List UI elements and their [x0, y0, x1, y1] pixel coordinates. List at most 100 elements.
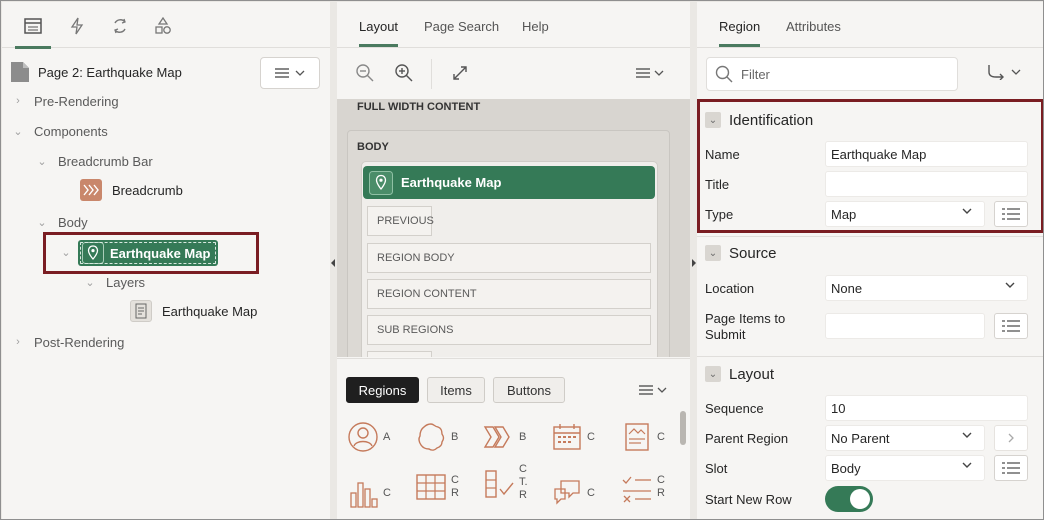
- app-window: Page 2: Earthquake Map › Pre-Rendering ⌄…: [0, 0, 1044, 520]
- source-header[interactable]: ⌄ Source: [705, 241, 777, 265]
- start-new-row-label: Start New Row: [705, 492, 792, 507]
- gallery-item-calendar[interactable]: C: [551, 421, 595, 453]
- tab-help[interactable]: Help: [522, 19, 549, 34]
- slot-label: Slot: [705, 461, 728, 476]
- tree-node-body[interactable]: ⌄ Body: [36, 211, 88, 233]
- processing-icon[interactable]: [106, 12, 134, 40]
- title-field[interactable]: [825, 171, 1028, 197]
- chevron-down-icon: [962, 432, 972, 438]
- slot-region-body[interactable]: REGION BODY: [367, 243, 651, 273]
- parent-region-label: Parent Region: [705, 431, 789, 446]
- list-icon: [1002, 207, 1020, 221]
- tree-node-breadcrumb-bar[interactable]: ⌄ Breadcrumb Bar: [36, 150, 152, 172]
- zoom-out-icon[interactable]: [353, 61, 377, 85]
- tab-layout[interactable]: Layout: [359, 19, 399, 47]
- chevron-down-icon: ⌄: [13, 125, 23, 138]
- gallery-label: C: [383, 486, 391, 499]
- left-pane-tabs: [2, 2, 330, 49]
- name-field[interactable]: Earthquake Map: [825, 141, 1028, 167]
- gallery-tab-buttons[interactable]: Buttons: [493, 377, 565, 403]
- list-icon: [1002, 461, 1020, 475]
- slot-select[interactable]: Body: [825, 455, 985, 481]
- tree-label: Components: [34, 123, 108, 139]
- gallery-tab-items[interactable]: Items: [427, 377, 485, 403]
- gallery-scrollbar[interactable]: [680, 411, 686, 445]
- left-splitter[interactable]: [330, 2, 337, 519]
- type-list-button[interactable]: [994, 201, 1028, 227]
- slot-more[interactable]: [367, 351, 432, 357]
- page-items-list-button[interactable]: [994, 313, 1028, 339]
- slot-sub-regions[interactable]: SUB REGIONS: [367, 315, 651, 345]
- region-header[interactable]: Earthquake Map: [363, 166, 655, 199]
- rendering-tree-pane: Page 2: Earthquake Map › Pre-Rendering ⌄…: [2, 2, 330, 519]
- location-select[interactable]: None: [825, 275, 1028, 301]
- location-label: Location: [705, 281, 755, 296]
- expand-icon[interactable]: [448, 61, 472, 85]
- gallery-label: A: [383, 430, 391, 443]
- chevron-down-icon: ⌄: [705, 245, 721, 261]
- gallery-item-column-toggle[interactable]: C T. R: [483, 463, 528, 502]
- gallery-label: C R: [657, 474, 665, 499]
- sequence-field[interactable]: 10: [825, 395, 1028, 421]
- dynamic-actions-icon[interactable]: [63, 12, 91, 40]
- parent-region-goto-button[interactable]: [994, 425, 1028, 451]
- badge-icon: [418, 423, 445, 451]
- chevron-down-icon: ⌄: [37, 216, 47, 229]
- calendar-icon: [553, 424, 581, 450]
- gallery-item-chart[interactable]: C: [347, 477, 391, 509]
- page-items-field[interactable]: [825, 313, 985, 339]
- tree-node-earthquake-map[interactable]: Earthquake Map: [78, 240, 219, 266]
- tree-label: Body: [58, 214, 88, 230]
- gallery-item-breadcrumb[interactable]: B: [483, 421, 526, 453]
- go-to-group-button[interactable]: [987, 64, 1021, 80]
- layout-canvas: FULL WIDTH CONTENT BODY Earthquake Map P…: [337, 99, 690, 357]
- slot-region-content[interactable]: REGION CONTENT: [367, 279, 651, 309]
- gallery-tab-regions[interactable]: Regions: [346, 377, 419, 403]
- gallery-item-classic-report[interactable]: C R: [415, 471, 459, 503]
- go-to-icon: [987, 64, 1007, 80]
- start-new-row-toggle[interactable]: [825, 486, 873, 512]
- shared-components-icon[interactable]: [149, 12, 177, 40]
- tree-label: Earthquake Map: [110, 245, 211, 261]
- chevron-down-icon: ⌄: [85, 276, 95, 289]
- table-icon: [416, 474, 446, 500]
- type-select[interactable]: Map: [825, 201, 985, 227]
- zoom-in-icon[interactable]: [392, 61, 416, 85]
- column-toggle-icon: [485, 469, 514, 498]
- gallery-item-avatar[interactable]: A: [347, 421, 390, 453]
- gallery-panel: Regions Items Buttons A B B C C C C R C …: [337, 358, 690, 519]
- slot-list-button[interactable]: [994, 455, 1028, 481]
- toolbar-divider: [431, 59, 432, 89]
- avatar-icon: [348, 422, 378, 452]
- gallery-item-card[interactable]: C: [621, 421, 665, 453]
- slot-previous[interactable]: PREVIOUS: [367, 206, 434, 236]
- identification-header[interactable]: ⌄ Identification: [705, 108, 813, 132]
- chevron-down-icon: ⌄: [705, 112, 721, 128]
- gallery-item-badge[interactable]: B: [415, 421, 458, 453]
- tab-page-search[interactable]: Page Search: [424, 19, 499, 34]
- tree-node-breadcrumb[interactable]: Breadcrumb: [80, 179, 183, 201]
- gallery-item-comments[interactable]: C: [551, 477, 595, 509]
- tree-node-layer-item[interactable]: Earthquake Map: [130, 300, 257, 322]
- tree-node-layers[interactable]: ⌄ Layers: [84, 271, 145, 293]
- section-title: Source: [729, 244, 777, 262]
- filter-input[interactable]: Filter: [706, 57, 958, 91]
- rendering-tree-icon[interactable]: [15, 12, 51, 49]
- layout-header[interactable]: ⌄ Layout: [705, 362, 774, 386]
- slot-value: Body: [831, 460, 861, 476]
- location-value: None: [831, 280, 863, 296]
- tree-menu-button[interactable]: [260, 57, 320, 89]
- chevron-right-icon: ›: [16, 336, 20, 348]
- page-title: Page 2: Earthquake Map: [38, 64, 182, 80]
- layout-menu-button[interactable]: [634, 61, 668, 85]
- right-splitter[interactable]: [690, 2, 697, 519]
- tree-node-post-rendering[interactable]: › Post-Rendering: [12, 331, 124, 353]
- tree-node-pre-rendering[interactable]: › Pre-Rendering: [12, 90, 118, 112]
- gallery-item-content-row[interactable]: C R: [621, 471, 665, 503]
- tree-node-components[interactable]: ⌄ Components: [12, 120, 108, 142]
- tab-attributes[interactable]: Attributes: [786, 19, 841, 34]
- sequence-label: Sequence: [705, 401, 764, 416]
- tab-region[interactable]: Region: [719, 19, 761, 47]
- parent-region-select[interactable]: No Parent: [825, 425, 985, 451]
- gallery-menu-button[interactable]: [639, 384, 669, 396]
